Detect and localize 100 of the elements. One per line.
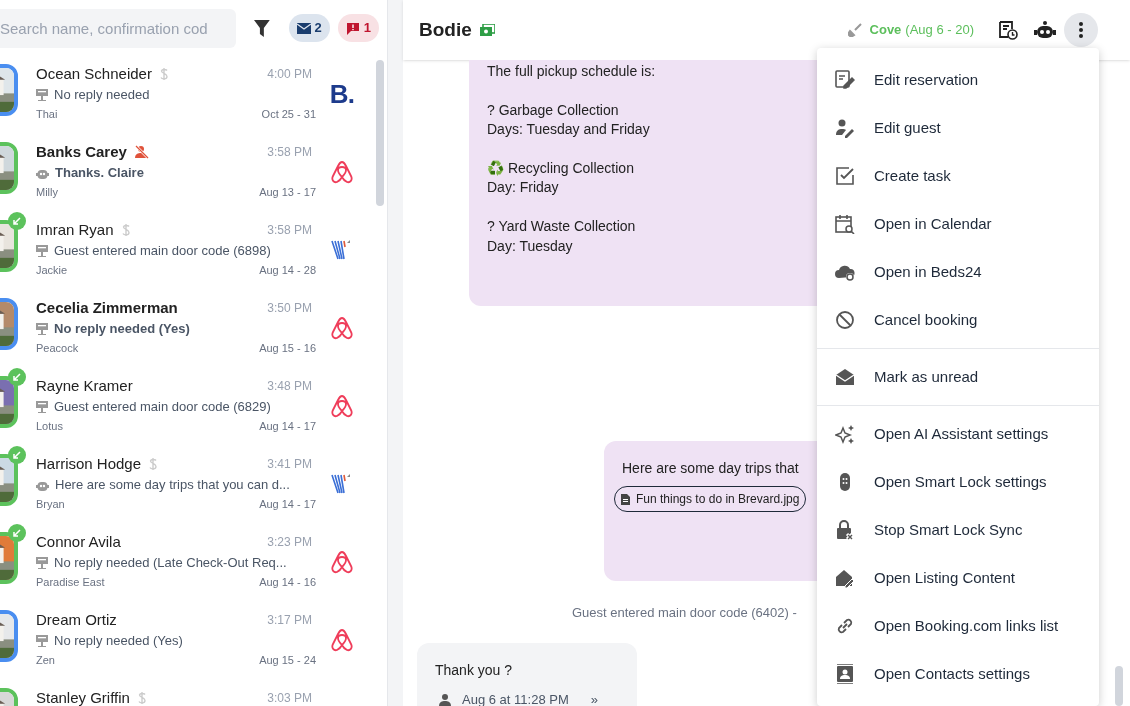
- stay-dates: Aug 14 - 28: [259, 263, 316, 278]
- listing-name: Jackie: [36, 263, 68, 278]
- guest-name: Imran Ryan: [36, 219, 114, 240]
- airbnb-icon: [331, 160, 353, 184]
- file-icon: [621, 493, 630, 505]
- airbnb-icon: [331, 550, 353, 574]
- message-preview: No reply needed: [54, 86, 150, 105]
- note-icon: [36, 245, 48, 257]
- note-icon: [36, 89, 48, 101]
- airbnb-icon: [331, 316, 353, 340]
- message-text: ? Garbage Collection Days: Tuesday and Friday: [487, 100, 651, 140]
- message-preview: Here are some day trips that you can d...: [55, 476, 290, 495]
- message-time: 4:00 PM: [267, 66, 313, 83]
- menu-item[interactable]: Edit guest: [817, 104, 1099, 152]
- contacts-icon: [835, 664, 855, 684]
- guest-name: Cecelia Zimmerman: [36, 297, 178, 318]
- stay-dates: Aug 14 - 17: [259, 497, 316, 512]
- listing-name: Peacock: [36, 341, 79, 356]
- menu-item[interactable]: Cancel booking: [817, 296, 1099, 344]
- message-text: The full pickup schedule is:: [487, 62, 657, 81]
- guest-name: Ocean Schneider: [36, 63, 152, 84]
- open-envelope-icon: [835, 367, 855, 387]
- striped-logo-icon: [331, 473, 353, 495]
- mail-icon: [296, 22, 311, 34]
- stay-dates: Aug 14 - 16: [259, 575, 316, 590]
- arrow-icon: [13, 451, 21, 459]
- listing-name: Milly: [36, 185, 58, 200]
- search-field[interactable]: Search name, confirmation cod: [0, 8, 236, 48]
- note-icon: [36, 401, 48, 413]
- listing-name: Lotus: [36, 419, 63, 434]
- message-time: 3:58 PM: [267, 222, 313, 239]
- guest-name: Bodie: [419, 17, 472, 42]
- robot-icon[interactable]: [1034, 21, 1056, 39]
- arrow-icon: [13, 373, 21, 381]
- block-icon: [835, 310, 855, 330]
- note-icon: [36, 323, 48, 335]
- guest-name: Rayne Kramer: [36, 375, 133, 396]
- message-text: Thank you ?: [435, 660, 514, 680]
- menu-item[interactable]: Edit reservation: [817, 56, 1099, 104]
- arrow-icon: [13, 217, 21, 225]
- message-time: 3:48 PM: [267, 378, 313, 395]
- message-preview: Guest entered main door code (6829): [54, 398, 271, 417]
- stay-dates: Aug 13 - 17: [259, 185, 316, 200]
- menu-item[interactable]: Mark as unread: [817, 353, 1099, 401]
- stay-dates: Aug 15 - 16: [259, 341, 316, 356]
- stay-dates: Aug 14 - 17: [259, 419, 316, 434]
- house-edit-icon: [835, 568, 855, 588]
- link-icon: [835, 616, 855, 636]
- menu-item[interactable]: Create task: [817, 152, 1099, 200]
- note-icon: [36, 557, 48, 569]
- filter-icon[interactable]: [253, 19, 270, 37]
- history-icon[interactable]: [998, 20, 1018, 40]
- listing-name: Bryan: [36, 497, 65, 512]
- edit-note-icon: [835, 70, 855, 90]
- robot-icon: [36, 479, 49, 491]
- checkbox-icon: [835, 166, 855, 186]
- menu-item[interactable]: Open in Beds24: [817, 248, 1099, 296]
- striped-logo-icon: [331, 239, 353, 261]
- stay-dates: Aug 15 - 24: [259, 653, 316, 668]
- message-preview: No reply needed (Late Check-Out Req...: [54, 554, 287, 573]
- edit-person-icon: [835, 118, 855, 138]
- broom-icon: [847, 23, 862, 37]
- message-text: Here are some day trips that: [622, 459, 800, 478]
- message-preview: No reply needed (Yes): [54, 320, 190, 339]
- message-time: 3:17 PM: [267, 612, 313, 629]
- more-icon: [1079, 22, 1083, 38]
- listing-name: Thai: [36, 107, 58, 122]
- expand-button[interactable]: »: [590, 689, 598, 706]
- menu-item[interactable]: Open Smart Lock settings: [817, 458, 1099, 506]
- message-text: ? Yard Waste Collection Day: Tuesday: [487, 217, 637, 256]
- message-time: 3:50 PM: [267, 300, 313, 317]
- booking-logo: B.: [329, 77, 355, 111]
- stay-dates: Oct 25 - 31: [261, 107, 316, 122]
- alert-icon: [345, 21, 360, 35]
- listing-name: Paradise East: [36, 575, 105, 590]
- guest-name: Dream Ortiz: [36, 609, 117, 630]
- message-preview: Thanks. Claire: [55, 164, 144, 183]
- message-preview: Guest entered main door code (6898): [54, 242, 271, 261]
- menu-item[interactable]: Open Booking.com links list: [817, 602, 1099, 650]
- guest-name: Banks Carey: [36, 141, 127, 162]
- calendar-search-icon: [835, 214, 855, 234]
- menu-item[interactable]: Open AI Assistant settings: [817, 410, 1099, 458]
- stay-dates: (Aug 6 - 20): [905, 21, 974, 40]
- airbnb-icon: [331, 628, 353, 652]
- menu-item[interactable]: Open Contacts settings: [817, 650, 1099, 698]
- alerts-button[interactable]: 1: [337, 14, 379, 42]
- guest-name: Stanley Griffin: [36, 687, 130, 706]
- message-time: 3:03 PM: [267, 690, 313, 706]
- guest-name: Connor Avila: [36, 531, 121, 552]
- lock-icon: [835, 520, 855, 540]
- message-time: Aug 6 at 11:28 PM: [462, 690, 569, 706]
- money-icon: [479, 24, 495, 36]
- guest-name: Harrison Hodge: [36, 453, 142, 474]
- menu-item[interactable]: Open Listing Content: [817, 554, 1099, 602]
- message-time: 3:23 PM: [267, 534, 313, 551]
- more-button[interactable]: [1064, 13, 1098, 47]
- unread-messages-button[interactable]: 2: [288, 14, 330, 42]
- menu-item[interactable]: Open in Calendar: [817, 200, 1099, 248]
- message-time: 3:58 PM: [267, 144, 313, 161]
- menu-item[interactable]: Stop Smart Lock Sync: [817, 506, 1099, 554]
